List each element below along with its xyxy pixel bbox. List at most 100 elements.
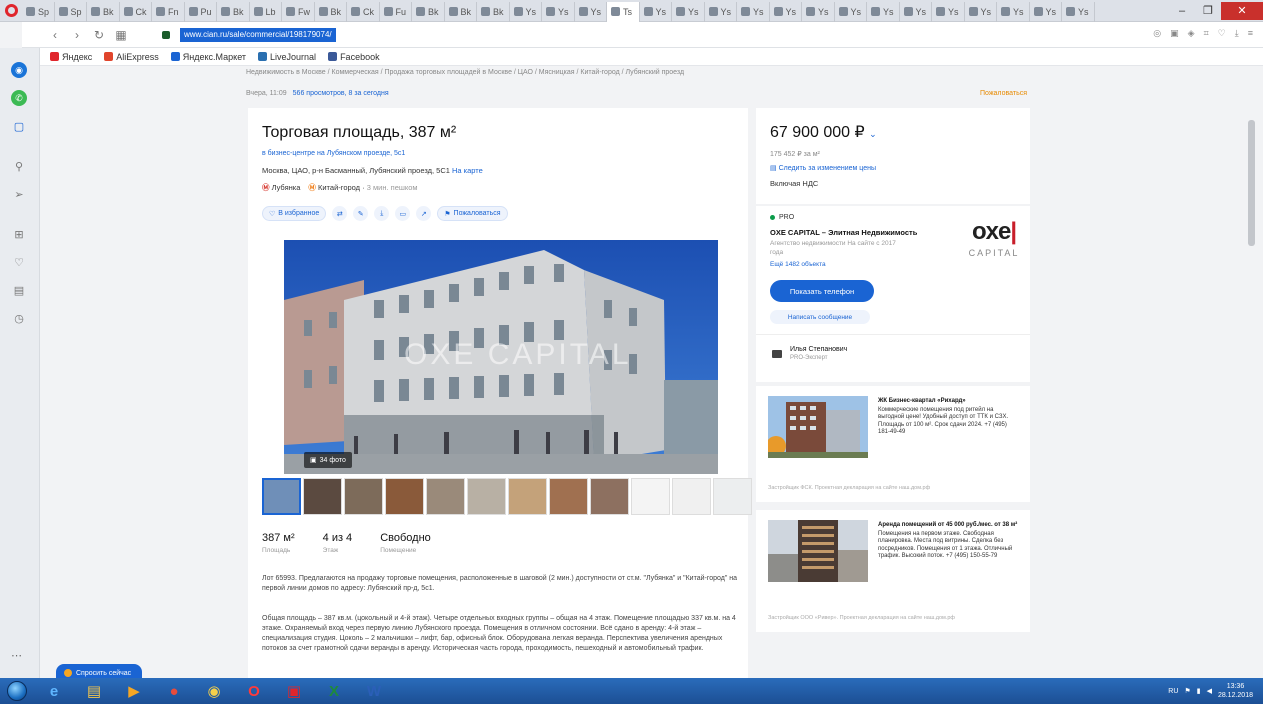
close-window-button[interactable]: ✕ xyxy=(1221,1,1263,20)
browser-tab[interactable]: Bk xyxy=(477,1,510,22)
main-photo[interactable]: OXE CAPITAL ▣ 34 фото xyxy=(284,240,718,474)
forward-icon[interactable]: › xyxy=(70,28,84,42)
opera-menu-button[interactable] xyxy=(0,0,22,22)
favorite-button[interactable]: ♡ В избранное xyxy=(262,206,327,221)
clock[interactable]: 13:36 28.12.2018 xyxy=(1218,682,1253,700)
acrobat-icon[interactable]: ▣ xyxy=(274,678,314,704)
browser-tab[interactable]: Ck xyxy=(347,1,380,22)
browser-tab[interactable]: Ck xyxy=(120,1,152,22)
agent-more-link[interactable]: Ещё 1482 объекта xyxy=(770,261,826,268)
compare-button[interactable]: ⇄ xyxy=(332,206,348,221)
photo-thumbnail[interactable] xyxy=(344,478,383,515)
bookmark-item[interactable]: Яндекс.Маркет xyxy=(170,52,246,62)
browser-tab[interactable]: Lb xyxy=(250,1,282,22)
browser-tab[interactable]: Ys xyxy=(997,1,1030,22)
url-input[interactable]: www.cian.ru/sale/commercial/198179074/ xyxy=(180,28,336,42)
photo-thumbnail[interactable] xyxy=(426,478,465,515)
browser-tab[interactable]: Fn xyxy=(152,1,185,22)
browser-tab[interactable]: Bk xyxy=(315,1,347,22)
speed-dial-icon[interactable]: ▦ xyxy=(114,28,128,42)
news-icon[interactable]: ▤ xyxy=(11,282,27,298)
photo-thumbnail[interactable] xyxy=(303,478,342,515)
photo-thumbnail[interactable] xyxy=(467,478,506,515)
share-button[interactable]: ↗ xyxy=(416,206,432,221)
vk-icon[interactable]: ▢ xyxy=(11,118,27,134)
back-icon[interactable]: ‹ xyxy=(48,28,62,42)
minimize-button[interactable]: – xyxy=(1169,2,1195,20)
word-icon[interactable]: W xyxy=(354,678,394,704)
print-button[interactable]: ▭ xyxy=(395,206,411,221)
browser-tab[interactable]: Ys xyxy=(1030,1,1062,22)
browser-tab[interactable]: Ys xyxy=(867,1,900,22)
browser-tab[interactable]: Sp xyxy=(55,1,87,22)
browser-tab[interactable]: Bk xyxy=(445,1,477,22)
bookmark-item[interactable]: Яндекс xyxy=(50,52,92,62)
download-button[interactable]: ⤓ xyxy=(374,206,390,221)
agent-logo[interactable]: oxe| CAPITAL xyxy=(964,218,1024,258)
agent-name[interactable]: OXE CAPITAL – Элитная Недвижимость xyxy=(770,228,917,237)
browser-tab[interactable]: Ys xyxy=(542,1,575,22)
history-icon[interactable]: ◷ xyxy=(11,310,27,326)
volume-icon[interactable]: ◀ xyxy=(1207,687,1212,695)
metro-station[interactable]: Ⓜ Лубянка xyxy=(262,182,300,193)
browser-tab[interactable]: Ys xyxy=(965,1,997,22)
show-phone-button[interactable]: Показать телефон xyxy=(770,280,874,302)
adblock-icon[interactable]: ◈ xyxy=(1188,28,1195,39)
browser-tab[interactable]: Ys xyxy=(575,1,607,22)
views-link[interactable]: 566 просмотров, 8 за сегодня xyxy=(293,90,389,97)
browser-tab[interactable]: Fw xyxy=(282,1,315,22)
browser-tab[interactable]: Bk xyxy=(217,1,250,22)
download-icon[interactable]: ⤓ xyxy=(1235,28,1239,39)
reload-icon[interactable]: ↻ xyxy=(92,28,106,42)
browser-tab[interactable]: Ys xyxy=(1062,1,1095,22)
map-link[interactable]: На карте xyxy=(452,166,483,175)
ad-card[interactable]: Аренда помещений от 45 000 руб./мес. от … xyxy=(756,510,1030,632)
browser-tab[interactable]: Bk xyxy=(87,1,120,22)
network-icon[interactable]: ▮ xyxy=(1197,687,1201,695)
whatsapp-icon[interactable]: ✆ xyxy=(11,90,27,106)
price-watch-link[interactable]: ▤ Следить за изменением цены xyxy=(770,164,876,172)
more-dots-icon[interactable]: ⋯ xyxy=(11,649,22,662)
photo-thumbnail[interactable] xyxy=(508,478,547,515)
excel-icon[interactable]: X xyxy=(314,678,354,704)
building-link[interactable]: в бизнес-центре на Лубянском проезде, 5с… xyxy=(262,150,405,157)
photo-thumbnail[interactable] xyxy=(631,478,670,515)
browser-tab[interactable]: Ys xyxy=(705,1,737,22)
photo-thumbnail[interactable] xyxy=(549,478,588,515)
flag-icon[interactable]: ⚑ xyxy=(1184,687,1190,695)
browser-tab[interactable]: Ys xyxy=(900,1,932,22)
search-icon[interactable]: ⚲ xyxy=(11,158,27,174)
bookmark-item[interactable]: LiveJournal xyxy=(258,52,316,62)
folder-icon[interactable]: ▤ xyxy=(74,678,114,704)
browser-tab[interactable]: Pu xyxy=(185,1,217,22)
ie-icon[interactable]: e xyxy=(34,678,74,704)
metro-station[interactable]: Ⓜ Китай-город · 3 мин. пешком xyxy=(308,182,417,193)
messenger-icon[interactable]: ◉ xyxy=(11,62,27,78)
breadcrumb[interactable]: Недвижимость в Москве / Коммерческая / П… xyxy=(246,69,684,76)
photo-count-badge[interactable]: ▣ 34 фото xyxy=(304,452,352,468)
complain-link[interactable]: Пожаловаться xyxy=(980,90,1027,97)
photo-thumbnail[interactable] xyxy=(672,478,711,515)
send-icon[interactable]: ➢ xyxy=(11,186,27,202)
browser-tab[interactable]: Ys xyxy=(770,1,802,22)
ad-card[interactable]: ЖК Бизнес-квартал «Рихард» Коммерческие … xyxy=(756,386,1030,502)
chevron-down-icon[interactable]: ⌄ xyxy=(869,129,877,139)
photo-thumbnail[interactable] xyxy=(385,478,424,515)
apps-icon[interactable]: ⊞ xyxy=(11,226,27,242)
browser-tab[interactable]: Fu xyxy=(380,1,412,22)
browser-tab[interactable]: Ts xyxy=(607,1,640,22)
scrollbar-thumb[interactable] xyxy=(1248,120,1255,246)
chrome-icon[interactable]: ● xyxy=(154,678,194,704)
photo-thumbnail[interactable] xyxy=(713,478,752,515)
edit-button[interactable]: ✎ xyxy=(353,206,369,221)
browser-tab[interactable]: Ys xyxy=(672,1,705,22)
complain-button[interactable]: ⚑ Пожаловаться xyxy=(437,206,508,221)
camera-icon[interactable]: ◎ xyxy=(1153,28,1161,39)
write-message-button[interactable]: Написать сообщение xyxy=(770,310,870,324)
browser-tab[interactable]: Ys xyxy=(640,1,672,22)
browser-tab[interactable]: Ys xyxy=(737,1,770,22)
heart-icon[interactable]: ♡ xyxy=(1218,28,1226,39)
maximize-button[interactable]: ❐ xyxy=(1195,2,1221,20)
opera-icon[interactable]: O xyxy=(234,678,274,704)
bookmark-item[interactable]: AliExpress xyxy=(104,52,159,62)
